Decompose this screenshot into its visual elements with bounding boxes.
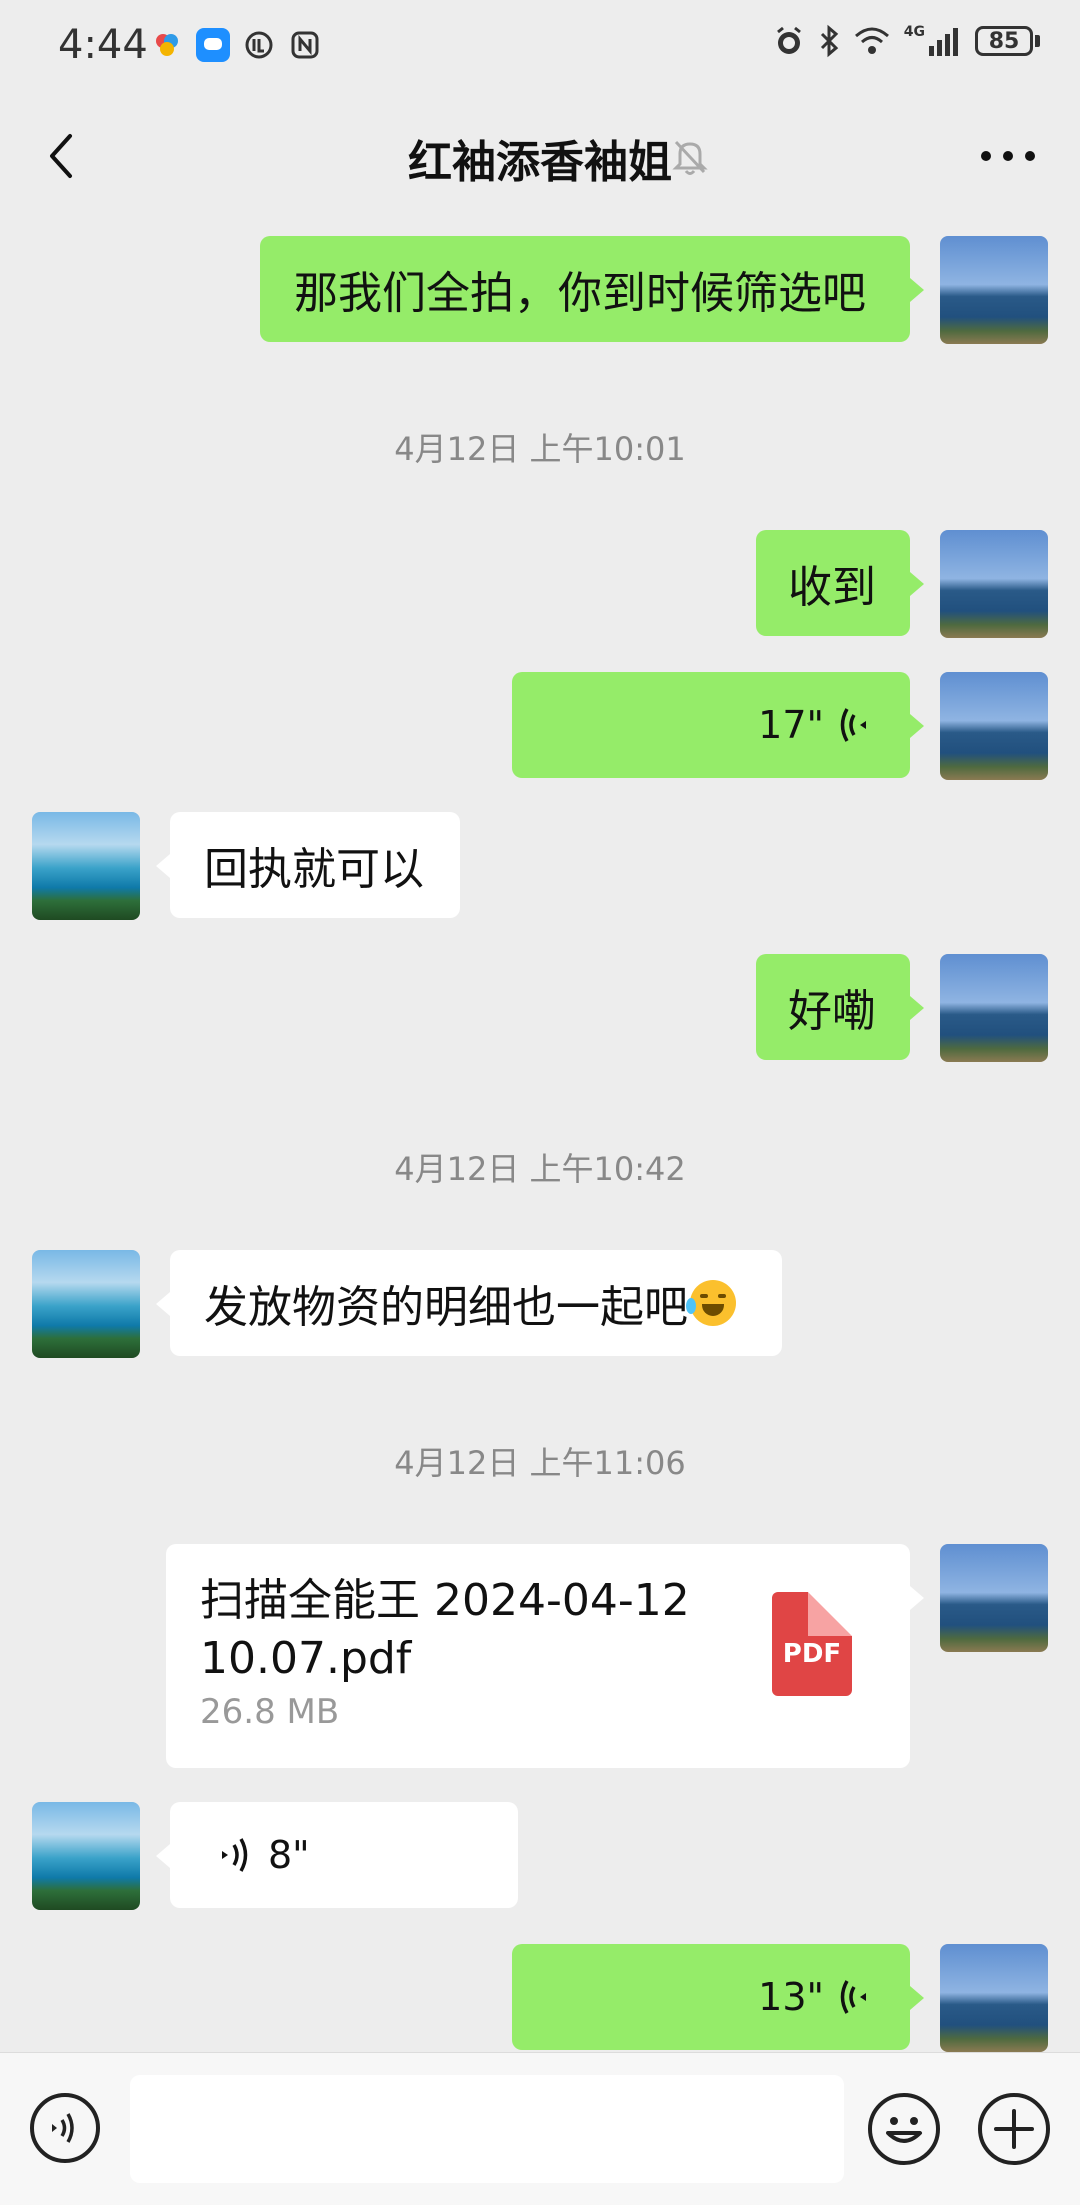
message-text: 发放物资的明细也一起吧 — [204, 1282, 688, 1333]
nfc-icon — [288, 28, 322, 62]
message-bubble[interactable]: 那我们全拍，你到时候筛选吧 — [260, 236, 924, 342]
contact-avatar[interactable] — [32, 1250, 140, 1358]
voice-wave-icon — [222, 1838, 248, 1872]
voice-wave-icon — [840, 708, 866, 742]
voice-message-bubble[interactable]: 8" — [156, 1802, 518, 1908]
my-avatar[interactable] — [940, 672, 1048, 780]
message-text: 收到 — [788, 562, 876, 613]
voice-input-button[interactable] — [30, 2093, 100, 2163]
input-bar — [0, 2052, 1080, 2205]
message-bubble[interactable]: 发放物资的明细也一起吧 — [156, 1250, 782, 1356]
my-avatar[interactable] — [940, 236, 1048, 344]
plus-icon — [994, 2109, 1034, 2149]
voice-message-bubble[interactable]: 17" — [512, 672, 924, 778]
file-message-bubble[interactable]: 扫描全能王 2024-04-12 10.07.pdf 26.8 MB PDF — [166, 1544, 924, 1768]
emoji-button[interactable] — [868, 2093, 940, 2165]
message-app-icon — [196, 28, 230, 62]
network-type: 4G — [903, 24, 925, 40]
wifi-icon — [854, 27, 889, 54]
alarm-icon — [776, 26, 801, 54]
message-input[interactable] — [130, 2075, 844, 2183]
my-avatar[interactable] — [940, 1944, 1048, 2052]
my-avatar[interactable] — [940, 530, 1048, 638]
pdf-file-icon: PDF — [772, 1592, 852, 1696]
message-bubble[interactable]: 回执就可以 — [156, 812, 460, 918]
voice-message-bubble[interactable]: 13" — [512, 1944, 924, 2050]
more-functions-button[interactable] — [978, 2093, 1050, 2165]
status-bar: 4:44 4G 85 — [0, 0, 1080, 92]
nfc-alt-icon — [242, 28, 276, 62]
message-text: 回执就可以 — [204, 844, 424, 895]
crying-laughing-emoji-icon — [686, 1280, 736, 1326]
muted-bell-icon — [672, 140, 708, 175]
status-app-icons — [150, 28, 322, 62]
bluetooth-icon — [820, 24, 838, 58]
message-bubble[interactable]: 收到 — [756, 530, 924, 636]
signal-icon — [929, 28, 958, 56]
voice-input-icon — [52, 2113, 74, 2143]
contact-avatar[interactable] — [32, 812, 140, 920]
message-text: 好嘞 — [788, 986, 876, 1037]
battery-indicator: 85 — [975, 26, 1033, 56]
more-options-icon[interactable] — [972, 134, 1044, 178]
voice-duration: 8" — [268, 1833, 310, 1877]
battery-tip — [1035, 35, 1040, 47]
voice-wave-icon — [840, 1980, 866, 2014]
status-time: 4:44 — [58, 22, 148, 68]
message-timestamp: 4月12日 上午11:06 — [394, 1444, 686, 1482]
voice-duration: 17" — [758, 703, 824, 747]
contact-avatar[interactable] — [32, 1802, 140, 1910]
message-bubble[interactable]: 好嘞 — [756, 954, 924, 1060]
status-indicators: 4G 85 — [772, 24, 1040, 58]
chat-header: 红袖添香袖姐 — [0, 92, 1080, 220]
smiley-icon — [886, 2117, 922, 2143]
my-avatar[interactable] — [940, 954, 1048, 1062]
voice-duration: 13" — [758, 1975, 824, 2019]
file-size: 26.8 MB — [200, 1692, 340, 1732]
app-notification-icon — [150, 28, 184, 62]
message-timestamp: 4月12日 上午10:42 — [394, 1150, 686, 1188]
message-text: 那我们全拍，你到时候筛选吧 — [294, 268, 866, 319]
chat-title: 红袖添香袖姐 — [408, 137, 672, 188]
message-timestamp: 4月12日 上午10:01 — [394, 430, 686, 468]
my-avatar[interactable] — [940, 1544, 1048, 1652]
